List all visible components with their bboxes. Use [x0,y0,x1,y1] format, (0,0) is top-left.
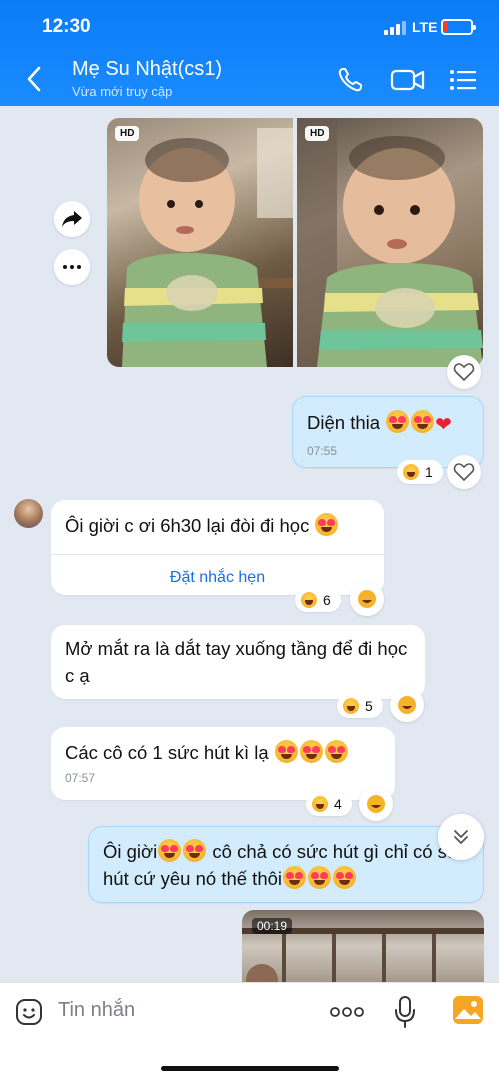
list-menu-icon[interactable] [448,66,478,94]
divider [51,554,384,555]
mic-icon[interactable] [393,995,417,1029]
video-call-icon[interactable] [390,66,426,94]
reaction-count: 6 [323,592,331,608]
message-bubble-incoming[interactable]: Mở mắt ra là dắt tay xuống tầng để đi họ… [51,625,425,699]
heart-eyes-emoji [158,839,182,862]
message-time: 07:55 [307,444,338,458]
heart-eyes-emoji [308,866,332,889]
emoji [315,513,339,536]
signal-icon [384,21,406,35]
reaction-count: 1 [425,464,433,480]
react-button[interactable] [350,582,384,616]
phone-icon[interactable] [336,66,366,94]
react-button[interactable] [447,455,481,489]
message-bubble-incoming[interactable]: Các cô có 1 sức hút kì lạ 07:57 [51,727,395,800]
laugh-emoji [343,698,359,714]
message-input-bar: Tin nhắn [0,982,499,1080]
message-list[interactable]: HD HD Diện thia ❤ 07:55 1 Ôi giời c ơi 6… [0,106,499,982]
video-duration: 00:19 [252,918,293,934]
forward-button[interactable] [54,201,90,237]
home-indicator [161,1066,339,1071]
chat-header: 12:30 LTE Mẹ Su Nhật(cs1) Vừa mới truy c… [0,0,499,106]
reaction-summary[interactable]: 1 [397,460,443,484]
status-bar: 12:30 LTE [0,0,499,50]
message-bubble-outgoing[interactable]: Ôi giời cô chả có sức hút gì chỉ có sức … [88,826,484,903]
sticker-icon[interactable] [14,997,44,1027]
reaction-summary[interactable]: 4 [306,792,352,816]
heart-eyes-emoji [324,740,348,763]
more-dots-icon[interactable] [330,1005,364,1019]
back-icon[interactable] [22,64,48,94]
reaction-count: 5 [365,698,373,714]
contact-status: Vừa mới truy cập [72,84,173,99]
laugh-reaction-icon [358,590,376,608]
react-button[interactable] [390,688,424,722]
baby-photo-image [297,118,483,367]
battery-icon [441,19,476,35]
reaction-summary[interactable]: 5 [337,694,383,718]
react-button[interactable] [359,787,393,821]
laugh-emoji [403,464,419,480]
scroll-to-bottom-button[interactable] [438,814,484,860]
message-text: Diện thia [307,412,381,433]
network-label: LTE [412,19,438,35]
video-message[interactable]: 00:19 [242,910,484,982]
photo-message[interactable]: HD [297,118,483,367]
heart-eyes-emoji [283,866,307,889]
heart-outline-icon [453,363,475,382]
red-heart-emoji: ❤ [435,414,452,436]
set-reminder-link[interactable]: Đặt nhắc hẹn [51,564,384,591]
more-icon [63,265,81,269]
laugh-emoji [312,796,328,812]
hd-badge: HD [115,126,140,141]
contact-name[interactable]: Mẹ Su Nhật(cs1) [72,58,222,81]
message-text: Ôi giời [103,841,158,862]
heart-eyes-emoji [183,839,207,862]
reaction-summary[interactable]: 6 [295,588,341,612]
laugh-emoji [301,592,317,608]
heart-eyes-emoji [333,866,357,889]
message-input[interactable]: Tin nhắn [58,999,135,1022]
heart-eyes-emoji [299,740,323,763]
message-text: Mở mắt ra là dắt tay xuống tầng để đi họ… [65,638,408,686]
react-button[interactable] [447,355,481,389]
laugh-reaction-icon [367,795,385,813]
baby-photo-image [122,128,293,367]
message-time: 07:57 [65,771,96,785]
more-options-button[interactable] [54,249,90,285]
chevron-down-icon [454,830,468,844]
message-text: Các cô có 1 sức hút kì lạ [65,742,269,763]
sender-avatar[interactable] [14,499,43,528]
hd-badge: HD [305,126,330,141]
heart-eyes-emoji [386,410,410,433]
heart-eyes-emoji [274,740,298,763]
heart-outline-icon [453,463,475,482]
heart-eyes-emoji [411,410,435,433]
status-time: 12:30 [42,16,91,37]
message-text: Ôi giời c ơi 6h30 lại đòi đi học [65,515,310,536]
gallery-icon[interactable] [452,995,484,1025]
reaction-count: 4 [334,796,342,812]
photo-message[interactable]: HD [107,118,293,367]
laugh-reaction-icon [398,696,416,714]
forward-icon [62,211,82,227]
message-bubble-incoming[interactable]: Ôi giời c ơi 6h30 lại đòi đi học Đặt nhắ… [51,500,384,595]
